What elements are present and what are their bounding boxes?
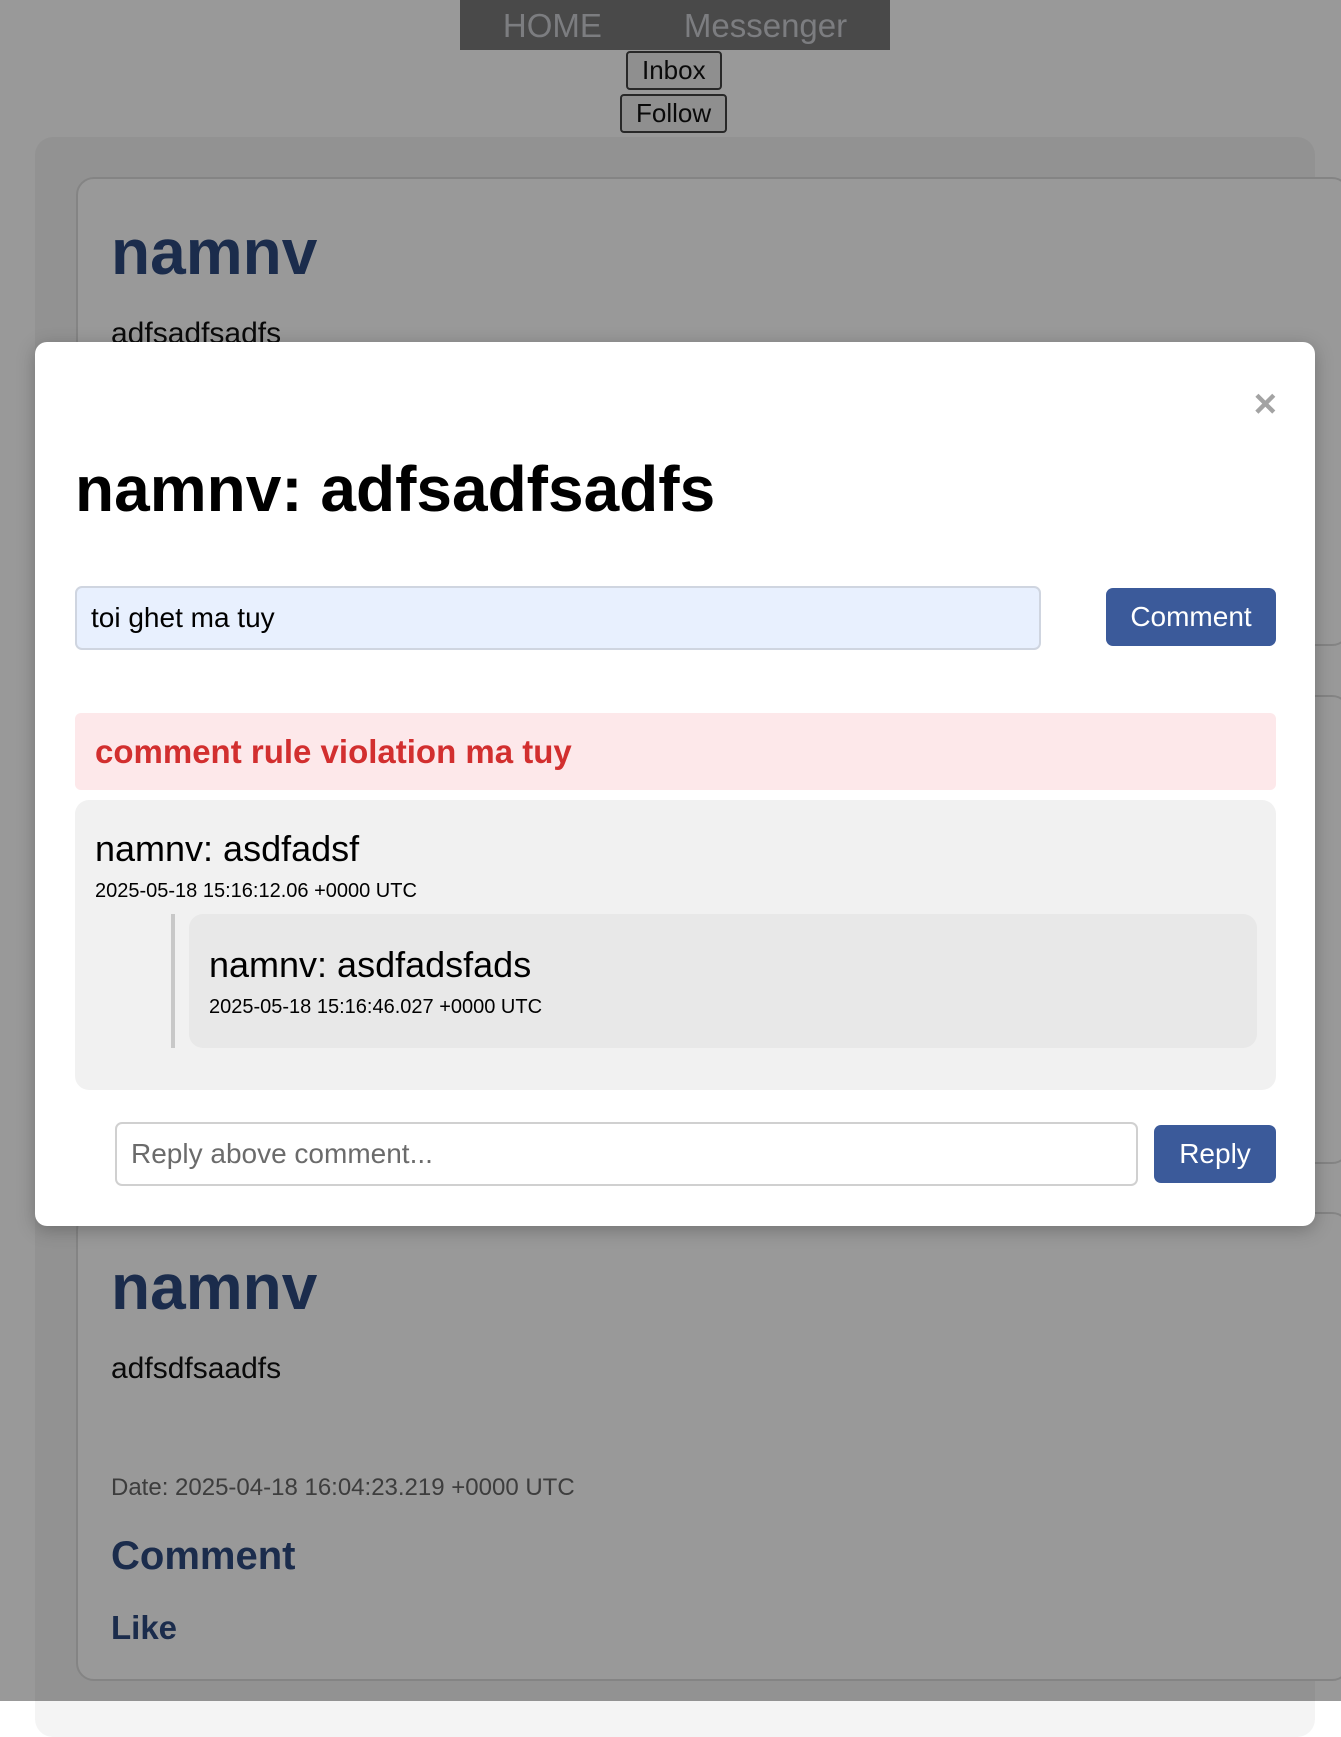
reply-text: namnv: asdfadsfads [209,944,532,985]
reply-timestamp: 2025-05-18 15:16:46.027 +0000 UTC [209,996,543,1018]
reply-button[interactable]: Reply [1154,1125,1276,1183]
comment-modal: × namnv: adfsadfsadfs Comment comment ru… [35,342,1315,1226]
comment-input[interactable] [75,586,1041,650]
reply-item: namnv: asdfadsfads 2025-05-18 15:16:46.0… [189,914,1257,1048]
reply-input[interactable] [115,1122,1138,1186]
comment-text: namnv: asdfadsf [95,828,360,869]
error-message: comment rule violation ma tuy [95,732,572,770]
close-icon[interactable]: × [1254,384,1277,424]
reply-divider [171,914,175,1048]
comment-timestamp: 2025-05-18 15:16:12.06 +0000 UTC [95,880,417,902]
comment-thread: namnv: asdfadsf 2025-05-18 15:16:12.06 +… [75,800,1276,1090]
modal-title: namnv: adfsadfsadfs [75,453,716,525]
error-alert: comment rule violation ma tuy [75,713,1276,790]
comment-button[interactable]: Comment [1106,588,1276,646]
